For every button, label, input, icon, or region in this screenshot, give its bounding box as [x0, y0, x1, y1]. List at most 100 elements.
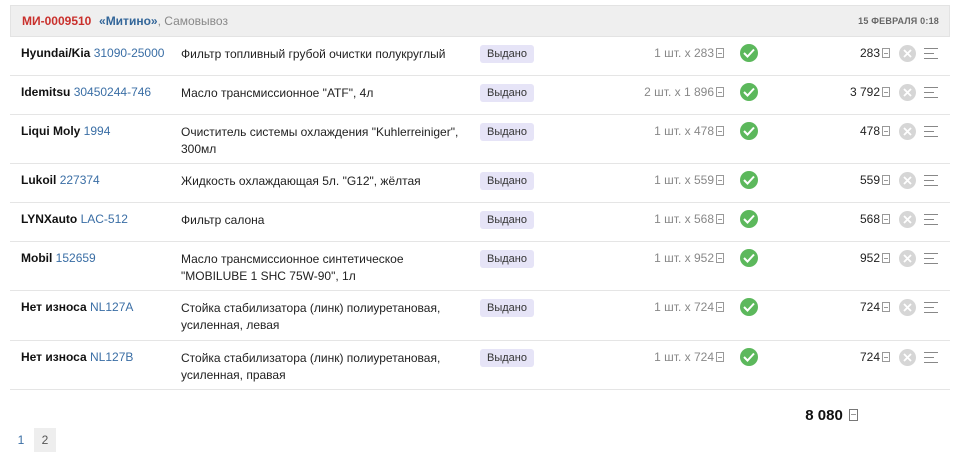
item-sum-value: 568: [859, 212, 880, 226]
item-brand-name: Idemitsu: [21, 85, 71, 99]
status-badge: Выдано: [480, 84, 534, 102]
order-date: 15 ФЕВРАЛЯ 0:18: [858, 16, 939, 26]
order-items-list: Hyundai/Kia 31090-25000 Фильтр топливный …: [10, 37, 950, 390]
item-quantity: 1 шт. x 724: [654, 300, 724, 314]
item-sum-value: 724: [859, 300, 880, 314]
item-code-link[interactable]: 152659: [56, 251, 96, 265]
item-sum: 478: [860, 124, 890, 138]
item-brand-name: Lukoil: [21, 173, 57, 187]
item-code-link[interactable]: LAC-512: [81, 212, 128, 226]
check-icon: [740, 210, 758, 228]
item-name: Масло трансмиссионное синтетическое "MOB…: [181, 252, 404, 283]
item-quantity: 1 шт. x 559: [654, 173, 724, 187]
ruble-icon: [716, 302, 724, 312]
status-badge: Выдано: [480, 123, 534, 141]
check-icon: [740, 298, 758, 316]
page-1[interactable]: 1: [10, 428, 32, 452]
item-sum-value: 283: [859, 46, 880, 60]
menu-icon[interactable]: [924, 253, 938, 264]
item-code-link[interactable]: 227374: [60, 173, 100, 187]
check-icon: [740, 122, 758, 140]
menu-icon[interactable]: [924, 126, 938, 137]
ruble-icon: [882, 253, 890, 263]
item-quantity-text: 1 шт. x 559: [654, 173, 714, 187]
order-total-value: 8 080: [805, 407, 843, 424]
item-sum-value: 952: [859, 251, 880, 265]
item-quantity-text: 1 шт. x 568: [654, 212, 714, 226]
item-sum: 724: [860, 350, 890, 364]
item-name: Масло трансмиссионное "ATF", 4л: [181, 86, 374, 100]
menu-icon[interactable]: [924, 87, 938, 98]
menu-icon[interactable]: [924, 175, 938, 186]
item-quantity-text: 1 шт. x 478: [654, 124, 714, 138]
item-brand-name: Нет износа: [21, 300, 87, 314]
page-2[interactable]: 2: [34, 428, 56, 452]
item-quantity: 1 шт. x 478: [654, 124, 724, 138]
store-open-quote: «: [99, 14, 106, 28]
store-name[interactable]: Митино: [106, 14, 151, 28]
item-sum: 559: [860, 173, 890, 187]
ruble-icon: [882, 48, 890, 58]
pagination: 12: [10, 428, 58, 452]
remove-icon[interactable]: [899, 84, 916, 101]
item-brand: Hyundai/Kia 31090-25000: [21, 46, 164, 60]
item-quantity-text: 1 шт. x 724: [654, 350, 714, 364]
order-id[interactable]: МИ-0009510: [22, 14, 91, 28]
ruble-icon: [882, 302, 890, 312]
item-quantity: 2 шт. x 1 896: [644, 85, 724, 99]
check-icon: [740, 83, 758, 101]
ruble-icon: [716, 175, 724, 185]
check-icon: [740, 348, 758, 366]
remove-icon[interactable]: [899, 250, 916, 267]
remove-icon[interactable]: [899, 349, 916, 366]
ruble-icon: [882, 175, 890, 185]
ruble-icon: [882, 352, 890, 362]
ruble-icon: [716, 48, 724, 58]
order-store: «Митино», Самовывоз: [99, 14, 228, 28]
item-brand-name: Нет износа: [21, 350, 87, 364]
status-badge: Выдано: [480, 349, 534, 367]
item-brand: Нет износа NL127B: [21, 350, 133, 364]
menu-icon[interactable]: [924, 302, 938, 313]
ruble-icon: [882, 214, 890, 224]
ruble-icon: [716, 214, 724, 224]
pickup-method: , Самовывоз: [157, 14, 228, 28]
item-sum-value: 3 792: [849, 85, 880, 99]
item-code-link[interactable]: NL127A: [90, 300, 133, 314]
remove-icon[interactable]: [899, 172, 916, 189]
item-brand: Idemitsu 30450244-746: [21, 85, 151, 99]
item-sum: 283: [860, 46, 890, 60]
item-brand: Mobil 152659: [21, 251, 96, 265]
store-close-quote: »: [150, 14, 158, 28]
item-brand: Нет износа NL127A: [21, 300, 133, 314]
menu-icon[interactable]: [924, 352, 938, 363]
item-name: Стойка стабилизатора (линк) полиуретанов…: [181, 351, 441, 382]
item-brand-name: Hyundai/Kia: [21, 46, 91, 60]
item-code-link[interactable]: 1994: [84, 124, 111, 138]
order-item-row: Нет износа NL127A Стойка стабилизатора (л…: [10, 291, 950, 341]
item-code-link[interactable]: 30450244-746: [74, 85, 151, 99]
order-total: 8 080: [805, 407, 858, 424]
ruble-icon: [716, 253, 724, 263]
item-quantity-text: 2 шт. x 1 896: [644, 85, 714, 99]
ruble-icon: [716, 87, 724, 97]
item-sum-value: 559: [859, 173, 880, 187]
remove-icon[interactable]: [899, 299, 916, 316]
item-brand-name: LYNXauto: [21, 212, 78, 226]
menu-icon[interactable]: [924, 48, 938, 59]
order-item-row: LYNXauto LAC-512 Фильтр салона Выдано 1 шт.…: [10, 203, 950, 242]
item-code-link[interactable]: 31090-25000: [94, 46, 165, 60]
remove-icon[interactable]: [899, 45, 916, 62]
item-brand-name: Mobil: [21, 251, 53, 265]
remove-icon[interactable]: [899, 211, 916, 228]
item-code-link[interactable]: NL127B: [90, 350, 133, 364]
remove-icon[interactable]: [899, 123, 916, 140]
order-header: МИ-0009510 «Митино», Самовывоз 15 ФЕВРАЛ…: [10, 5, 950, 37]
item-quantity-text: 1 шт. x 724: [654, 300, 714, 314]
item-quantity-text: 1 шт. x 952: [654, 251, 714, 265]
ruble-icon: [716, 352, 724, 362]
status-badge: Выдано: [480, 299, 534, 317]
ruble-icon: [849, 409, 858, 421]
menu-icon[interactable]: [924, 214, 938, 225]
status-badge: Выдано: [480, 172, 534, 190]
